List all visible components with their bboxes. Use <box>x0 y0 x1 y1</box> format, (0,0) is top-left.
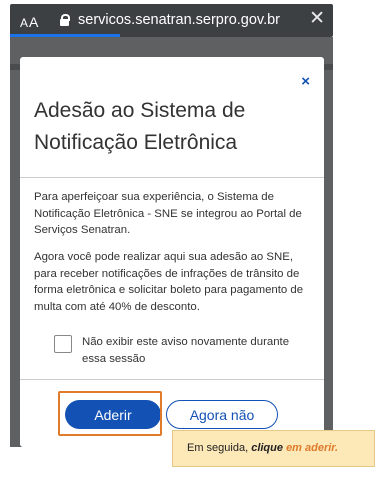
modal-close-icon[interactable]: × <box>301 73 310 90</box>
callout-suffix: . <box>334 442 339 454</box>
callout-text: Em seguida, clique em aderir. <box>187 442 338 454</box>
intro-paragraph: Para aperfeiçoar sua experiência, o Sist… <box>34 191 302 236</box>
sne-adhesion-modal: × Adesão ao Sistema de Notificação Eletr… <box>20 57 324 447</box>
text-size-small-label: A <box>20 16 30 30</box>
browser-address-bar[interactable]: AA servicos.senatran.serpro.gov.br ✕ <box>10 4 333 37</box>
dont-show-again-checkbox[interactable] <box>54 335 72 353</box>
close-icon[interactable]: ✕ <box>309 9 325 29</box>
url-text[interactable]: servicos.senatran.serpro.gov.br <box>78 12 280 28</box>
info-paragraph: Agora você pode realizar aqui sua adesão… <box>34 251 304 313</box>
text-size-large-label: A <box>29 14 40 30</box>
dont-show-again-label[interactable]: Não exibir este aviso novamente durante … <box>82 334 312 367</box>
tutorial-highlight-box <box>58 391 162 436</box>
agora-nao-button[interactable]: Agora não <box>166 400 278 429</box>
callout-highlight: em aderir <box>286 442 335 454</box>
callout-emphasis: clique <box>251 442 283 454</box>
lock-icon <box>60 14 70 26</box>
divider <box>20 379 324 380</box>
divider <box>20 177 324 178</box>
text-size-button[interactable]: AA <box>20 14 39 30</box>
modal-title: Adesão ao Sistema de Notificação Eletrôn… <box>34 99 246 154</box>
callout-prefix: Em seguida, <box>187 442 252 454</box>
tutorial-callout: Em seguida, clique em aderir. <box>172 430 375 467</box>
